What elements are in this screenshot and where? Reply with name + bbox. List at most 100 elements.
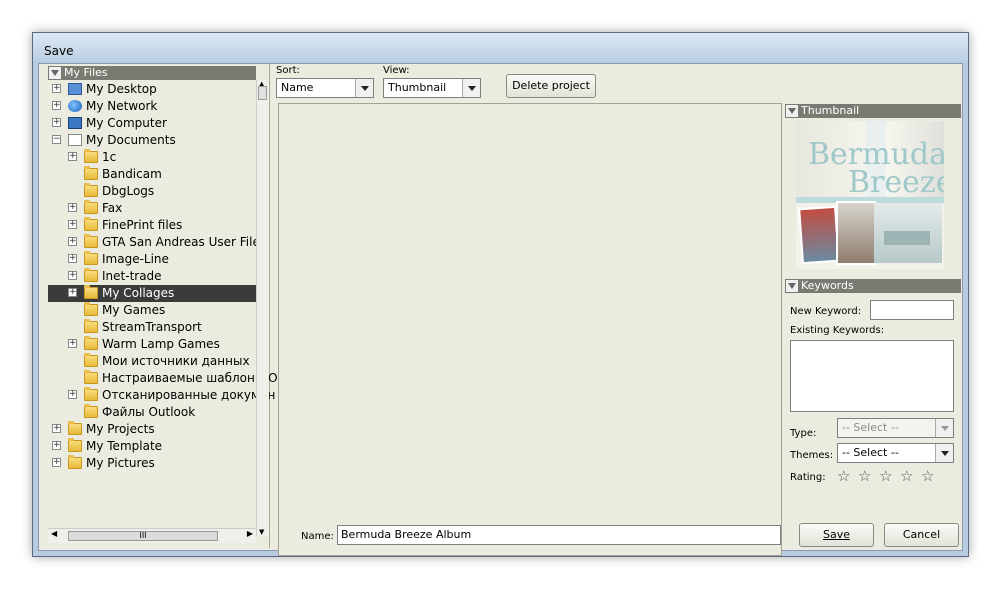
tree-item[interactable]: + Отсканированные докумен: [48, 387, 275, 404]
new-keyword-input[interactable]: [870, 300, 954, 320]
tree-item[interactable]: Мои источники данных: [48, 353, 256, 370]
tree-item-label: Warm Lamp Games: [102, 337, 220, 351]
tree-item[interactable]: + FinePrint files: [48, 217, 256, 234]
project-thumbnail-area[interactable]: [278, 103, 782, 556]
tree-item[interactable]: + My Desktop: [48, 81, 256, 98]
expand-icon[interactable]: +: [68, 203, 77, 212]
tree-item-label: GTA San Andreas User Files: [102, 235, 267, 249]
rating-star-2-icon[interactable]: ☆: [858, 467, 871, 485]
tree-item[interactable]: + My Network: [48, 98, 256, 115]
rating-star-1-icon[interactable]: ☆: [837, 467, 850, 485]
expand-icon[interactable]: +: [68, 271, 77, 280]
scroll-right-icon[interactable]: ▶: [247, 529, 253, 538]
delete-project-button[interactable]: Delete project: [506, 74, 596, 98]
tree-item-label: Image-Line: [102, 252, 169, 266]
tree-item-label: My Collages: [102, 286, 175, 300]
tree-item[interactable]: + Fax: [48, 200, 256, 217]
sort-dropdown[interactable]: Name: [276, 78, 374, 98]
expand-icon[interactable]: +: [68, 152, 77, 161]
tree-item[interactable]: + My Computer: [48, 115, 256, 132]
pictures-icon: [68, 455, 82, 469]
project-name-input[interactable]: Bermuda Breeze Album: [337, 525, 781, 545]
tree-item[interactable]: + My Projects: [48, 421, 256, 438]
sort-value: Name: [281, 81, 314, 94]
tree-item[interactable]: + Inet-trade: [48, 268, 256, 285]
folder-icon: [84, 370, 98, 384]
collapse-arrow-icon[interactable]: [786, 280, 798, 292]
tree-item[interactable]: My Games: [48, 302, 256, 319]
expand-icon[interactable]: +: [52, 101, 61, 110]
chevron-down-icon[interactable]: [462, 79, 480, 97]
tree-item-label: My Projects: [86, 422, 155, 436]
tree-item[interactable]: Bandicam: [48, 166, 256, 183]
tree-item-label: Bandicam: [102, 167, 162, 181]
tree-item-label: My Network: [86, 99, 158, 113]
rating-star-3-icon[interactable]: ☆: [879, 467, 892, 485]
folder-icon: [84, 285, 98, 299]
tree-item[interactable]: + Image-Line: [48, 251, 256, 268]
horizontal-scroll-thumb[interactable]: III: [68, 531, 218, 541]
tree-item[interactable]: DbgLogs: [48, 183, 256, 200]
tree-item[interactable]: + My Pictures: [48, 455, 256, 472]
expand-icon[interactable]: +: [52, 441, 61, 450]
chevron-down-icon[interactable]: [935, 419, 953, 437]
thumbnail-header-label: Thumbnail: [801, 104, 860, 117]
folder-icon: [84, 404, 98, 418]
tree-item[interactable]: + GTA San Andreas User Files: [48, 234, 266, 251]
expand-icon[interactable]: +: [52, 458, 61, 467]
project-thumbnail-preview: Bermuda Breeze: [796, 121, 944, 269]
rating-star-5-icon[interactable]: ☆: [921, 467, 934, 485]
thumbnail-section-header[interactable]: Thumbnail: [785, 104, 961, 118]
expand-icon[interactable]: +: [52, 118, 61, 127]
tree-item[interactable]: +1c: [48, 149, 256, 166]
folder-icon: [84, 234, 98, 248]
scroll-left-icon[interactable]: ◀: [51, 529, 57, 538]
keywords-section-header[interactable]: Keywords: [785, 279, 961, 293]
folder-icon: [68, 438, 82, 452]
type-dropdown[interactable]: -- Select --: [837, 418, 954, 438]
collapse-arrow-icon[interactable]: [49, 67, 61, 79]
existing-keywords-list[interactable]: [790, 340, 954, 412]
tree-header[interactable]: My Files: [48, 66, 256, 80]
save-button[interactable]: Save: [799, 523, 874, 547]
collapse-arrow-icon[interactable]: [786, 105, 798, 117]
expand-icon[interactable]: +: [68, 390, 77, 399]
tree-item[interactable]: + Warm Lamp Games: [48, 336, 256, 353]
tree-item[interactable]: − My Documents: [48, 132, 256, 149]
expand-icon[interactable]: +: [68, 220, 77, 229]
tree-item[interactable]: Настраиваемые шаблоны O: [48, 370, 278, 387]
tree-item-label: My Documents: [86, 133, 176, 147]
expand-icon[interactable]: +: [52, 84, 61, 93]
expand-icon[interactable]: +: [68, 237, 77, 246]
cancel-button[interactable]: Cancel: [884, 523, 959, 547]
type-value: -- Select --: [842, 421, 899, 434]
folder-icon: [84, 251, 98, 265]
collapse-icon[interactable]: −: [52, 135, 61, 144]
preview-photo: [836, 201, 876, 265]
expand-icon[interactable]: +: [68, 254, 77, 263]
tree-item[interactable]: StreamTransport: [48, 319, 256, 336]
rating-star-4-icon[interactable]: ☆: [900, 467, 913, 485]
tree-item-label: Inet-trade: [102, 269, 162, 283]
preview-title-line2: Breeze: [848, 165, 944, 200]
tree-item-label: My Pictures: [86, 456, 155, 470]
scroll-down-icon[interactable]: ▼: [259, 528, 264, 536]
tree-horizontal-scrollbar[interactable]: ◀ III ▶: [48, 528, 256, 543]
folder-icon: [68, 421, 82, 435]
themes-dropdown[interactable]: -- Select --: [837, 443, 954, 463]
tree-item[interactable]: Файлы Outlook: [48, 404, 256, 421]
tree-item[interactable]: + My Collages: [48, 285, 256, 302]
chevron-down-icon[interactable]: [355, 79, 373, 97]
expand-icon[interactable]: +: [68, 288, 77, 297]
scroll-thumb[interactable]: [258, 86, 267, 100]
folder-icon: [84, 387, 98, 401]
chevron-down-icon[interactable]: [935, 444, 953, 462]
tree-vertical-scrollbar[interactable]: ▲ ▼: [256, 80, 269, 536]
view-dropdown[interactable]: Thumbnail: [383, 78, 481, 98]
tree-item[interactable]: + My Template: [48, 438, 256, 455]
preview-photo: [798, 205, 840, 265]
expand-icon[interactable]: +: [52, 424, 61, 433]
expand-icon[interactable]: +: [68, 339, 77, 348]
folder-icon: [84, 319, 98, 333]
documents-icon: [68, 134, 82, 146]
